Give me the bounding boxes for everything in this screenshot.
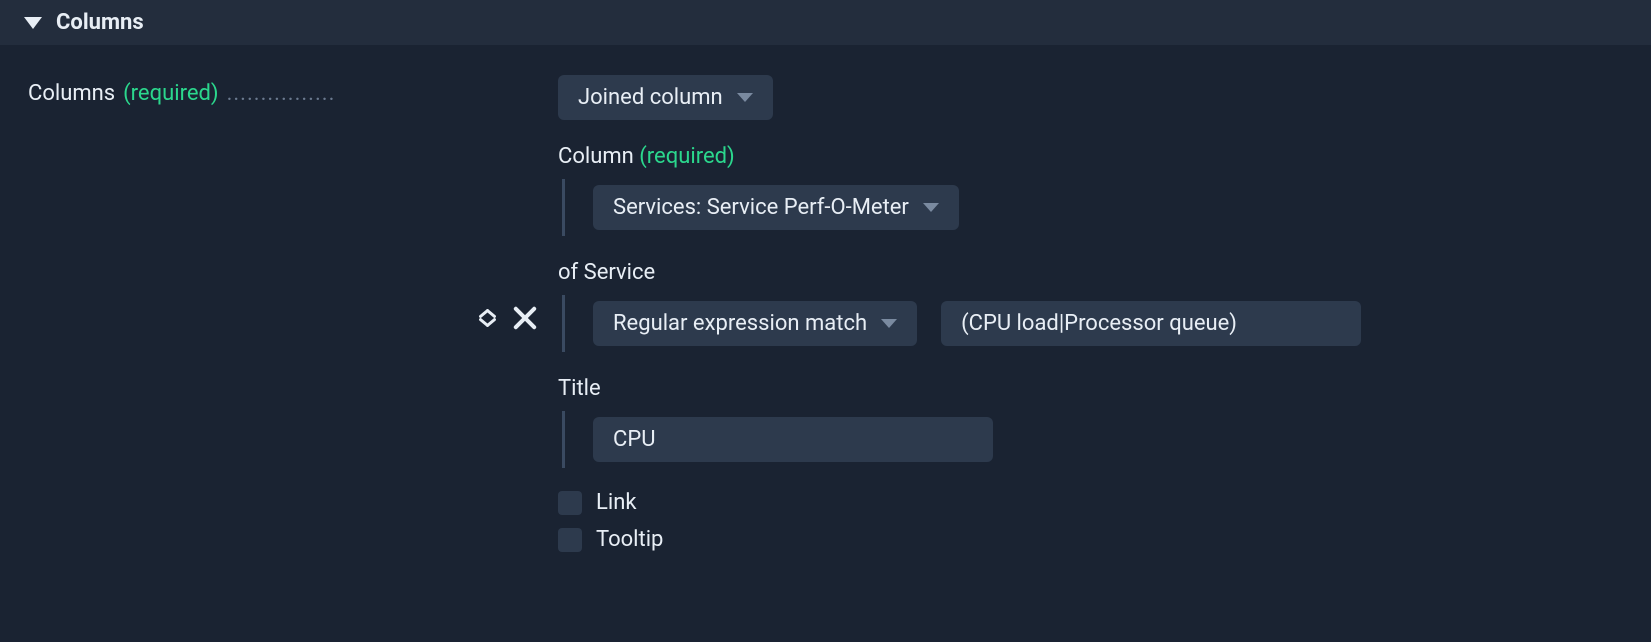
section-header[interactable]: Columns xyxy=(0,0,1651,45)
title-label: Title xyxy=(558,376,1623,401)
column-field: Column (required) Services: Service Perf… xyxy=(558,144,1623,236)
remove-row-icon[interactable] xyxy=(511,305,537,331)
title-field: Title xyxy=(558,376,1623,468)
required-marker: (required) xyxy=(123,81,218,106)
label-dots: ................ xyxy=(227,81,458,106)
column-select-value: Services: Service Perf-O-Meter xyxy=(613,195,909,220)
chevron-down-icon xyxy=(479,318,495,327)
service-pattern-input[interactable] xyxy=(941,301,1361,346)
chevron-up-icon xyxy=(479,309,495,318)
column-type-select[interactable]: Joined column xyxy=(558,75,773,120)
tooltip-checkbox-label: Tooltip xyxy=(596,527,663,552)
row-label: Columns (required) ................ xyxy=(28,75,458,552)
checkbox-group: Link Tooltip xyxy=(558,486,1623,552)
caret-down-icon xyxy=(737,93,753,102)
columns-label: Columns xyxy=(28,81,115,106)
row-controls xyxy=(458,75,558,552)
link-checkbox-row[interactable]: Link xyxy=(558,490,1623,515)
of-service-field: of Service Regular expression match xyxy=(558,260,1623,352)
column-label-text: Column xyxy=(558,144,634,169)
caret-down-icon xyxy=(881,319,897,328)
column-type-value: Joined column xyxy=(578,85,723,110)
column-field-label: Column (required) xyxy=(558,144,1623,169)
tooltip-checkbox-row[interactable]: Tooltip xyxy=(558,527,1623,552)
fields-column: Joined column Column (required) Services… xyxy=(558,75,1623,552)
link-checkbox-label: Link xyxy=(596,490,637,515)
link-checkbox[interactable] xyxy=(558,491,582,515)
section-title: Columns xyxy=(56,10,144,35)
reorder-handle-icon[interactable] xyxy=(479,309,495,327)
tooltip-checkbox[interactable] xyxy=(558,528,582,552)
match-type-value: Regular expression match xyxy=(613,311,867,336)
section-body: Columns (required) ................ Join… xyxy=(0,45,1651,552)
of-service-label: of Service xyxy=(558,260,1623,285)
match-type-select[interactable]: Regular expression match xyxy=(593,301,917,346)
required-marker: (required) xyxy=(639,144,734,169)
caret-down-icon xyxy=(923,203,939,212)
title-input[interactable] xyxy=(593,417,993,462)
disclosure-triangle-icon xyxy=(24,17,42,29)
column-select[interactable]: Services: Service Perf-O-Meter xyxy=(593,185,959,230)
